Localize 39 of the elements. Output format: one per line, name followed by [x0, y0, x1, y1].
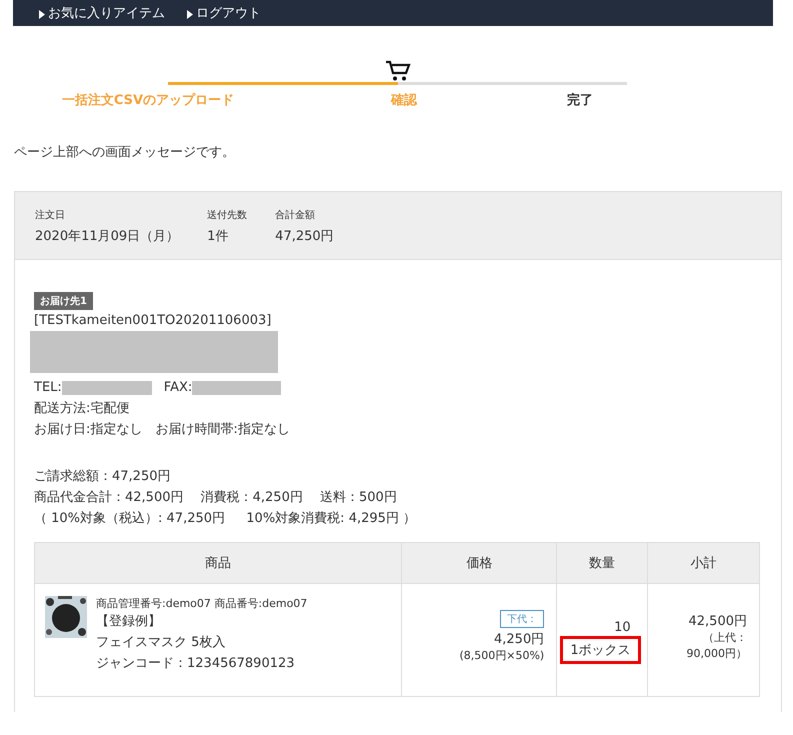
product-text: フェイスマスク 5枚入: [96, 634, 226, 652]
nav-link[interactable]: お気に入りアイテム: [39, 6, 165, 26]
step-label: 確認: [391, 92, 417, 109]
quantity-count: 10: [613, 620, 632, 635]
destination-code: [TESTkameiten001TO20201106003]: [34, 312, 272, 330]
price-tag: 下代：: [500, 610, 544, 628]
price-note: (8,500円×50%): [458, 648, 544, 663]
column-header: 商品: [34, 542, 402, 584]
step-label: 一括注文CSVのアップロード: [62, 92, 234, 109]
triangle-icon: [187, 10, 193, 18]
total-text: （ 10%対象（税込）: 47,250円 10%対象消費税: 4,295円 ）: [34, 510, 418, 528]
destination-badge: お届け先1: [34, 292, 93, 310]
column-header: 価格: [402, 542, 557, 584]
field-label: 注文日: [35, 208, 66, 222]
fax-label: FAX:: [164, 379, 192, 397]
total-text: ご請求総額：47,250円: [34, 468, 172, 486]
field-value: 2020年11月09日（月）: [35, 228, 180, 245]
column-header: 数量: [556, 542, 648, 584]
product-ids: 商品管理番号:demo07 商品番号:demo07: [96, 596, 308, 611]
triangle-icon: [39, 10, 45, 18]
screen-message: ページ上部への画面メッセージです。: [14, 144, 236, 161]
step-label: 完了: [567, 92, 593, 109]
subtotal-note: （上代：90,000円）: [686, 630, 747, 662]
product-text: ジャンコード：1234567890123: [96, 655, 296, 673]
cart-icon: [384, 60, 410, 82]
total-text: 商品代金合計：42,500円 消費税：4,250円 送料：500円: [34, 489, 398, 507]
product-text: 【登録例】: [96, 613, 162, 631]
delivery-info-text: お届け日:指定なし お届け時間帯:指定なし: [34, 421, 291, 439]
field-label: 送付先数: [207, 208, 248, 222]
field-value: 47,250円: [275, 228, 334, 245]
column-header: 小計: [647, 542, 760, 584]
tel-label: TEL:: [34, 379, 62, 397]
quantity-unit: 1ボックス: [560, 636, 641, 664]
field-label: 合計金額: [275, 208, 316, 222]
nav-link[interactable]: ログアウト: [187, 6, 261, 26]
delivery-info-text: 配送方法:宅配便: [34, 400, 130, 418]
subtotal-amount: 42,500円: [688, 613, 747, 630]
price-amount: 4,250円: [493, 631, 544, 648]
field-value: 1件: [207, 228, 230, 245]
